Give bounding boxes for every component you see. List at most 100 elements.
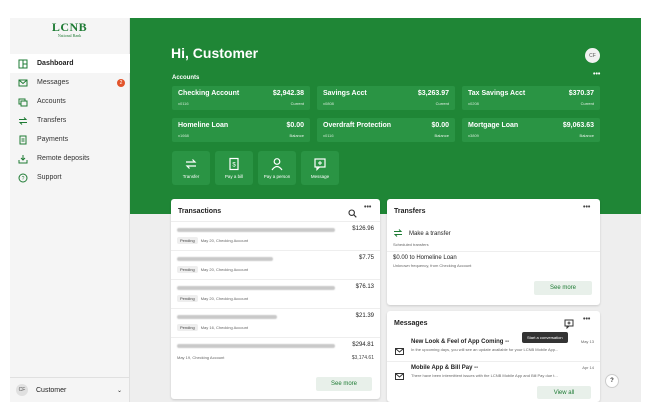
transaction-date-account: May 20, Checking Account [200, 296, 249, 301]
message-title: New Look & Feel of App Coming -- [411, 339, 510, 345]
account-name: Overdraft Protection [323, 122, 392, 129]
divider [387, 251, 600, 252]
transaction-description-redacted [177, 257, 273, 261]
sidebar-item-remote-deposits[interactable]: Remote deposits [10, 149, 130, 168]
action-label: Pay a person [263, 174, 291, 179]
transfer-icon [184, 157, 198, 171]
messages-heading: Messages [394, 320, 428, 327]
account-balance: $2,942.38 [272, 90, 304, 97]
transactions-more-button[interactable]: ••• [364, 204, 371, 211]
sidebar-item-payments[interactable]: Payments [10, 130, 130, 149]
account-balance-label: Current [435, 101, 449, 106]
make-transfer-label: Make a transfer [409, 231, 451, 237]
logo-text: LCNB [51, 20, 88, 34]
message-action-button[interactable]: Message [301, 151, 339, 185]
message-preview: There have been intermittent issues with… [411, 373, 558, 378]
account-tile[interactable]: Homeline Loan x1668 $0.00 Balance [172, 118, 310, 142]
account-name: Savings Acct [323, 90, 367, 97]
table-row[interactable]: $7.75 Pending May 20, Checking Account [171, 250, 380, 279]
account-tile[interactable]: Checking Account x0116 $2,942.38 Current [172, 86, 310, 110]
action-label: Transfer [182, 174, 200, 179]
transfer-action-button[interactable]: Transfer [172, 151, 210, 185]
user-name: Customer [36, 386, 67, 394]
transactions-see-more-button[interactable]: See more [316, 377, 372, 391]
transaction-meta: Pending May 20, Checking Account [177, 237, 248, 244]
account-balance-label: Balance [579, 133, 594, 138]
status-badge: Pending [177, 237, 198, 244]
account-tile[interactable]: Mortgage Loan x3809 $9,063.63 Balance [462, 118, 600, 142]
scheduled-transfer-item[interactable]: $0.00 to Homeline Loan Unknown frequency… [393, 255, 471, 268]
dashboard-icon [17, 58, 28, 69]
account-number: x0116 [323, 133, 334, 138]
scheduled-transfer-details: Unknown frequency, from Checking Account [393, 263, 472, 268]
action-label: Message [310, 174, 330, 179]
make-transfer-button[interactable]: Make a transfer [393, 225, 451, 243]
messages-view-all-button[interactable]: View all [537, 386, 591, 399]
transfers-more-button[interactable]: ••• [583, 204, 590, 211]
transaction-date-account: May 20, Checking Account [200, 238, 249, 243]
transactions-card: Transactions ••• $126.96 Pending May 20, … [171, 199, 380, 399]
person-icon [270, 157, 284, 171]
help-icon: ? [17, 172, 28, 183]
pay-person-action-button[interactable]: Pay a person [258, 151, 296, 185]
message-title: Mobile App & Bill Pay -- [411, 365, 479, 371]
transfers-see-more-button[interactable]: See more [534, 281, 592, 295]
sidebar-item-support[interactable]: ? Support [10, 168, 130, 187]
account-number: x3809 [468, 133, 479, 138]
accounts-heading: Accounts [172, 75, 200, 81]
help-button[interactable]: ? [605, 374, 619, 388]
sidebar-item-label: Payments [37, 136, 69, 143]
sidebar-item-messages[interactable]: Messages 2 [10, 73, 130, 92]
account-balance: $9,063.63 [562, 122, 594, 129]
sidebar-item-label: Messages [37, 79, 69, 86]
account-number: x0116 [178, 101, 189, 106]
mail-icon [17, 77, 28, 88]
list-item[interactable]: Mobile App & Bill Pay -- There have been… [387, 361, 600, 385]
transfers-heading: Transfers [394, 208, 426, 215]
transaction-description-redacted [177, 286, 335, 290]
account-tile[interactable]: Savings Acct x0808 $3,263.97 Current [317, 86, 455, 110]
sidebar-item-transfers[interactable]: Transfers [10, 111, 130, 130]
account-name: Mortgage Loan [468, 122, 519, 129]
sidebar-item-label: Support [37, 174, 62, 181]
scheduled-transfer-title: $0.00 to Homeline Loan [393, 255, 457, 261]
bill-icon: $ [227, 157, 241, 171]
account-tile[interactable]: Tax Savings Acct x0208 $370.37 Current [462, 86, 600, 110]
table-row[interactable]: $21.39 Pending May 16, Checking Account [171, 308, 380, 337]
account-number: x0808 [323, 101, 334, 106]
transaction-amount: $126.96 [352, 226, 374, 232]
action-label: Pay a bill [224, 174, 244, 179]
transaction-description-redacted [177, 228, 335, 232]
messages-card: Messages ••• Start a conversation New Lo… [387, 311, 600, 402]
transaction-meta: Pending May 20, Checking Account [177, 266, 248, 273]
account-balance-label: Current [580, 101, 594, 106]
transaction-date-account: May 16, Checking Account [200, 325, 249, 330]
transaction-amount: $76.13 [355, 284, 374, 290]
chevron-down-icon: ⌄ [116, 387, 122, 394]
table-row[interactable]: $76.13 Pending May 20, Checking Account [171, 279, 380, 308]
sidebar-item-dashboard[interactable]: Dashboard [10, 54, 130, 73]
status-badge: Pending [177, 324, 198, 331]
sidebar-item-label: Dashboard [37, 60, 74, 67]
accounts-more-button[interactable]: ••• [593, 71, 600, 78]
mail-icon [395, 367, 404, 385]
user-menu[interactable]: CF Customer ⌄ [10, 377, 130, 402]
table-row[interactable]: $294.81 May 19, Checking Account $3,174.… [171, 337, 380, 366]
account-tile[interactable]: Overdraft Protection x0116 $0.00 Balance [317, 118, 455, 142]
transfers-card: Transfers ••• Make a transfer Scheduled … [387, 199, 600, 305]
avatar[interactable]: CF [585, 48, 600, 63]
sidebar-item-label: Remote deposits [37, 155, 90, 162]
logo[interactable]: LCNB National Bank [10, 18, 129, 46]
account-balance: $370.37 [568, 90, 594, 97]
sidebar-item-accounts[interactable]: Accounts [10, 92, 130, 111]
list-item[interactable]: New Look & Feel of App Coming -- In the … [387, 337, 600, 361]
account-balance: $0.00 [431, 122, 449, 129]
table-row[interactable]: $126.96 Pending May 20, Checking Account [171, 221, 380, 250]
messages-more-button[interactable]: ••• [583, 316, 590, 323]
status-badge: Pending [177, 295, 198, 302]
main-content: Hi, Customer CF Accounts ••• Checking Ac… [130, 18, 641, 402]
transaction-amount: $7.75 [358, 255, 374, 261]
pay-bill-action-button[interactable]: $ Pay a bill [215, 151, 253, 185]
logo-subtext: National Bank [57, 33, 82, 38]
accounts-icon [17, 96, 28, 107]
